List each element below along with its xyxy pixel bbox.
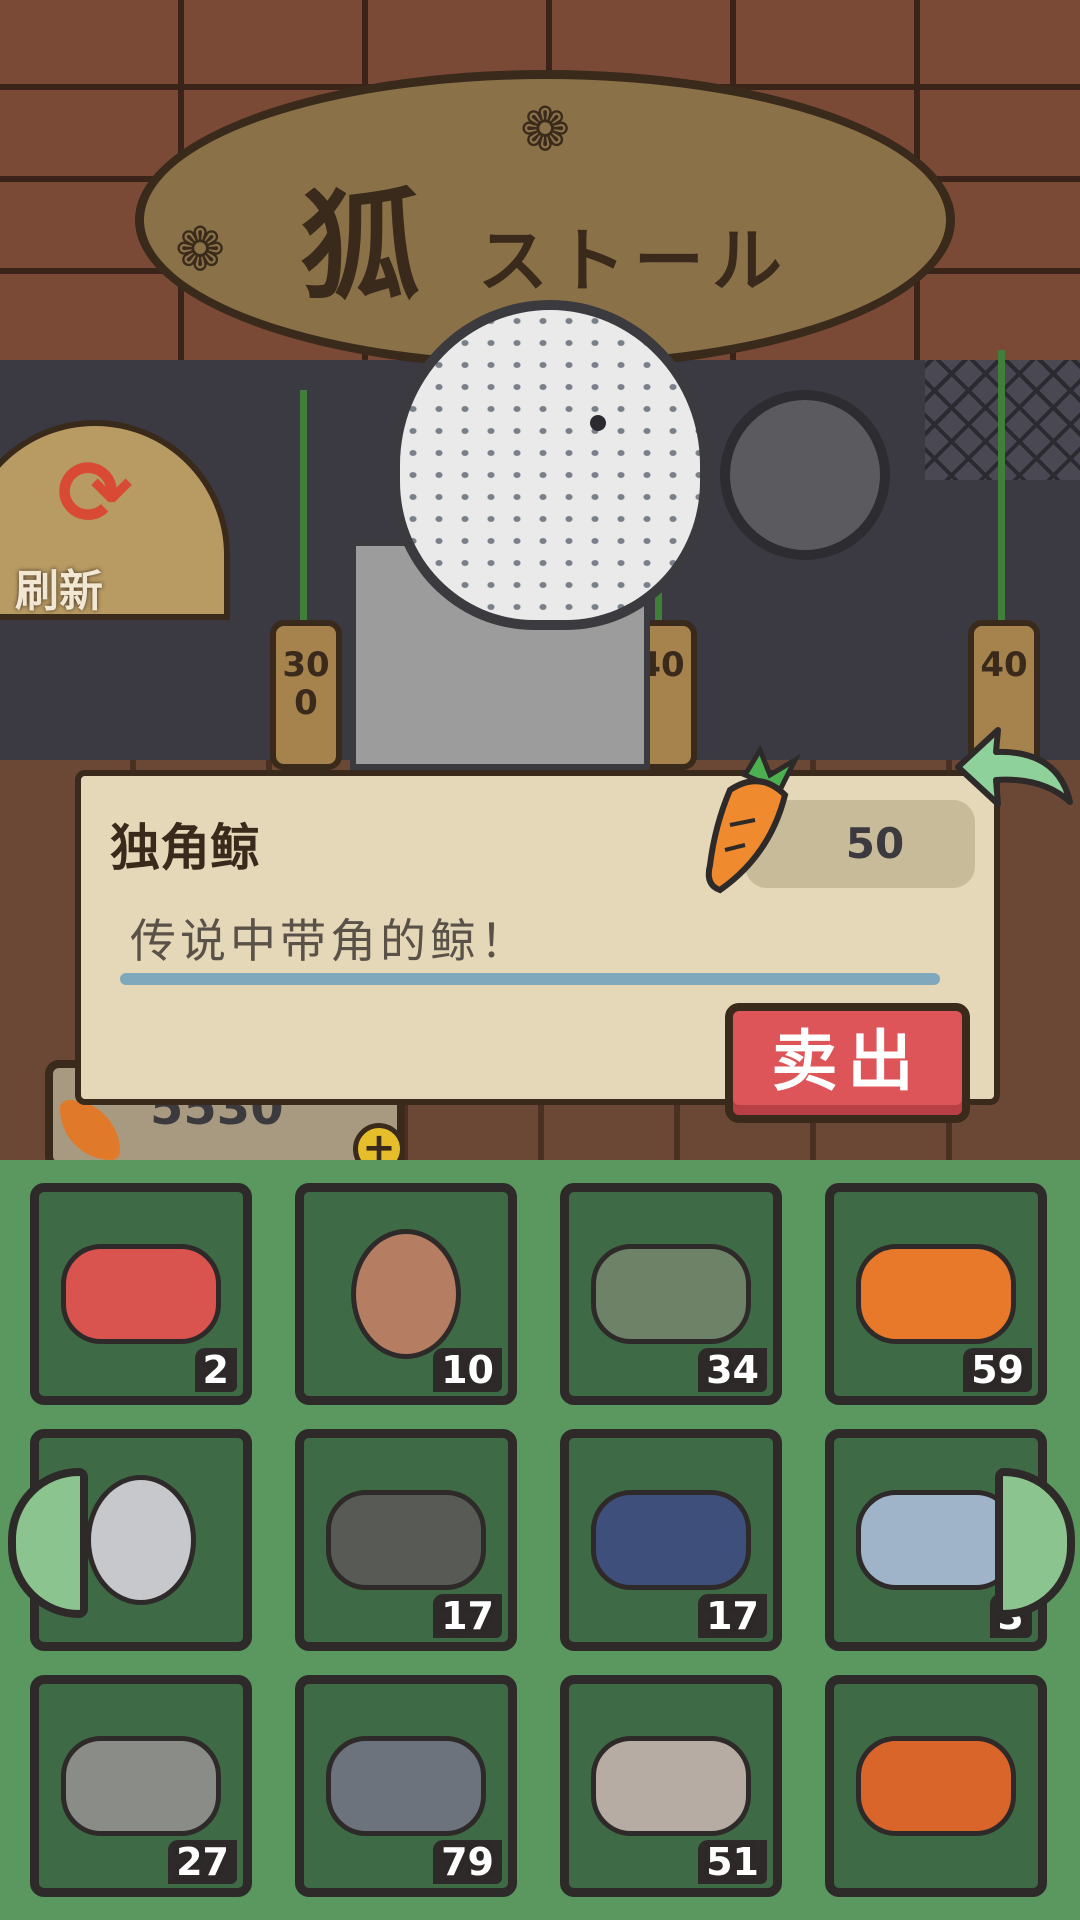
arowana-icon (856, 1736, 1016, 1836)
fish-bone-icon (591, 1736, 751, 1836)
sturgeon-icon (61, 1736, 221, 1836)
item-quantity: 17 (698, 1594, 767, 1638)
inventory-slot[interactable] (825, 1675, 1047, 1897)
sell-button[interactable]: 卖出 (725, 1003, 970, 1123)
item-quantity: 2 (194, 1348, 237, 1392)
inventory-slot[interactable]: 17 (560, 1429, 782, 1651)
wall-clock (720, 390, 890, 560)
item-name: 独角鲸 (110, 819, 260, 877)
item-quantity: 17 (433, 1594, 502, 1638)
tuna-icon (326, 1736, 486, 1836)
inventory-slot[interactable]: 10 (295, 1183, 517, 1405)
sign-subtitle: ストール (477, 219, 790, 302)
instant-noodles-icon (61, 1244, 221, 1344)
price-tag: 300 (270, 620, 342, 770)
inventory-slot[interactable]: 79 (295, 1675, 517, 1897)
narwhal-eye (590, 415, 606, 431)
tag-rope (300, 390, 307, 620)
swordfish-icon (591, 1490, 751, 1590)
paw-print-icon: ❁ (175, 215, 226, 285)
inventory-slot[interactable]: 17 (295, 1429, 517, 1651)
tag-rope (998, 350, 1005, 620)
clownfish-icon (856, 1244, 1016, 1344)
egg-icon (351, 1229, 461, 1359)
refresh-arrows-icon: ⟳ (57, 441, 133, 546)
inventory-slot[interactable]: 34 (560, 1183, 782, 1405)
paw-print-icon: ❁ (520, 95, 571, 165)
item-description: 传说中带角的鲸！ (130, 914, 530, 968)
inventory-slot[interactable]: 59 (825, 1183, 1047, 1405)
item-quantity: 59 (963, 1348, 1032, 1392)
inventory-slot[interactable]: 51 (560, 1675, 782, 1897)
narwhal-shopkeeper (390, 300, 710, 630)
back-arrow-icon[interactable] (948, 722, 1078, 822)
item-quantity: 10 (433, 1348, 502, 1392)
item-quantity: 34 (698, 1348, 767, 1392)
catfish-icon (326, 1490, 486, 1590)
message-bottle-icon (591, 1244, 751, 1344)
item-quantity: 27 (168, 1840, 237, 1884)
item-quantity: 79 (433, 1840, 502, 1884)
inventory-slot[interactable]: 27 (30, 1675, 252, 1897)
description-underline (120, 973, 940, 985)
sign-title: 狐 (300, 178, 429, 317)
discus-fish-icon (856, 1490, 1016, 1590)
carrot-icon (705, 745, 802, 894)
inventory-slot[interactable]: 2 (30, 1183, 252, 1405)
item-quantity: 51 (698, 1840, 767, 1884)
narwhal-icon (86, 1475, 196, 1605)
refresh-label: 刷新 (15, 566, 103, 617)
